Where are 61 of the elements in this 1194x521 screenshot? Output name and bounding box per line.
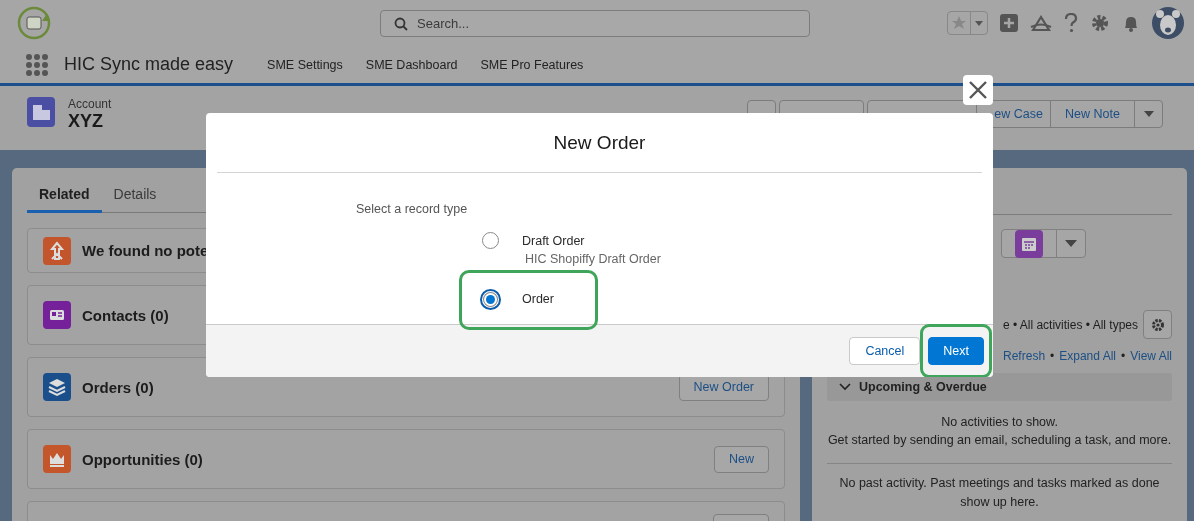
modal-title: New Order: [217, 113, 982, 173]
option-label[interactable]: Order: [522, 292, 554, 306]
section-title: Upcoming & Overdue: [859, 380, 987, 394]
separator-dot: •: [1121, 349, 1126, 363]
caret-icon: [1142, 110, 1155, 118]
field-label: Select a record type: [356, 202, 468, 216]
card-title: We found no pote: [82, 242, 209, 259]
empty-message: No activities to show.: [940, 414, 1059, 431]
dropdown-button[interactable]: [1056, 229, 1086, 258]
next-button[interactable]: Next: [928, 337, 984, 365]
avatar-icon[interactable]: [1152, 7, 1184, 39]
crown-icon: [43, 445, 71, 473]
help-icon[interactable]: [1063, 13, 1079, 33]
cancel-button[interactable]: Cancel: [849, 337, 921, 365]
add-icon[interactable]: [999, 13, 1019, 33]
mountain-icon[interactable]: [1030, 13, 1052, 33]
radio-button[interactable]: [480, 288, 501, 310]
caret-icon: [1064, 239, 1078, 248]
account-icon: [27, 97, 55, 127]
chevron-down-icon[interactable]: [839, 381, 851, 393]
settings-button[interactable]: [1143, 310, 1172, 339]
new-button[interactable]: New: [714, 445, 769, 473]
card-title: Contacts (0): [82, 306, 169, 324]
empty-message: No past activity. Past meetings and tasks marked as done show up here.: [838, 475, 1161, 511]
close-icon: [968, 80, 988, 100]
calendar-icon: [1015, 229, 1043, 258]
card-title: Opportunities (0): [82, 450, 203, 468]
merge-icon: [43, 236, 71, 265]
search-field[interactable]: Search...: [380, 9, 810, 37]
card-title: Orders (0): [82, 378, 154, 396]
tab[interactable]: Details: [101, 186, 169, 213]
action-button[interactable]: New Note: [1050, 100, 1135, 128]
caret-icon: [975, 20, 983, 26]
link[interactable]: Expand All: [1059, 349, 1116, 363]
search-icon: [394, 16, 408, 31]
link[interactable]: View All: [1130, 349, 1172, 363]
app-name: HIC Sync made easy: [64, 54, 234, 75]
filter-summary: e • All activities • All types: [1002, 317, 1138, 332]
nav-tab[interactable]: SME Settings: [267, 57, 343, 72]
tab[interactable]: Related: [27, 186, 102, 213]
settings-icon: [1150, 317, 1165, 332]
link[interactable]: Refresh: [1003, 349, 1046, 363]
option-label[interactable]: Draft Order: [522, 233, 585, 248]
stack-icon: [43, 373, 71, 401]
object-label: Account: [68, 97, 112, 111]
calendar-button[interactable]: [1001, 229, 1057, 258]
nav-tab[interactable]: SME Pro Features: [480, 57, 584, 72]
empty-hint: Get started by sending an email, scheduling a task, and more.: [827, 432, 1172, 449]
radio-button[interactable]: [482, 232, 499, 249]
separator-dot: •: [1050, 349, 1055, 363]
dropdown-button[interactable]: [1134, 100, 1163, 128]
logo-icon: [16, 5, 52, 41]
record-name: XYZ: [68, 111, 104, 132]
nav-tab[interactable]: SME Dashboard: [365, 57, 458, 72]
option-description: HIC Shopiffy Draft Order: [525, 252, 661, 267]
favorites-button[interactable]: [947, 11, 988, 35]
contact-card-icon: [43, 301, 71, 329]
app-launcher-icon[interactable]: [26, 53, 48, 76]
close-button[interactable]: [963, 75, 993, 105]
settings-icon[interactable]: [1090, 13, 1110, 33]
section-header[interactable]: Upcoming & Overdue: [827, 373, 1172, 401]
